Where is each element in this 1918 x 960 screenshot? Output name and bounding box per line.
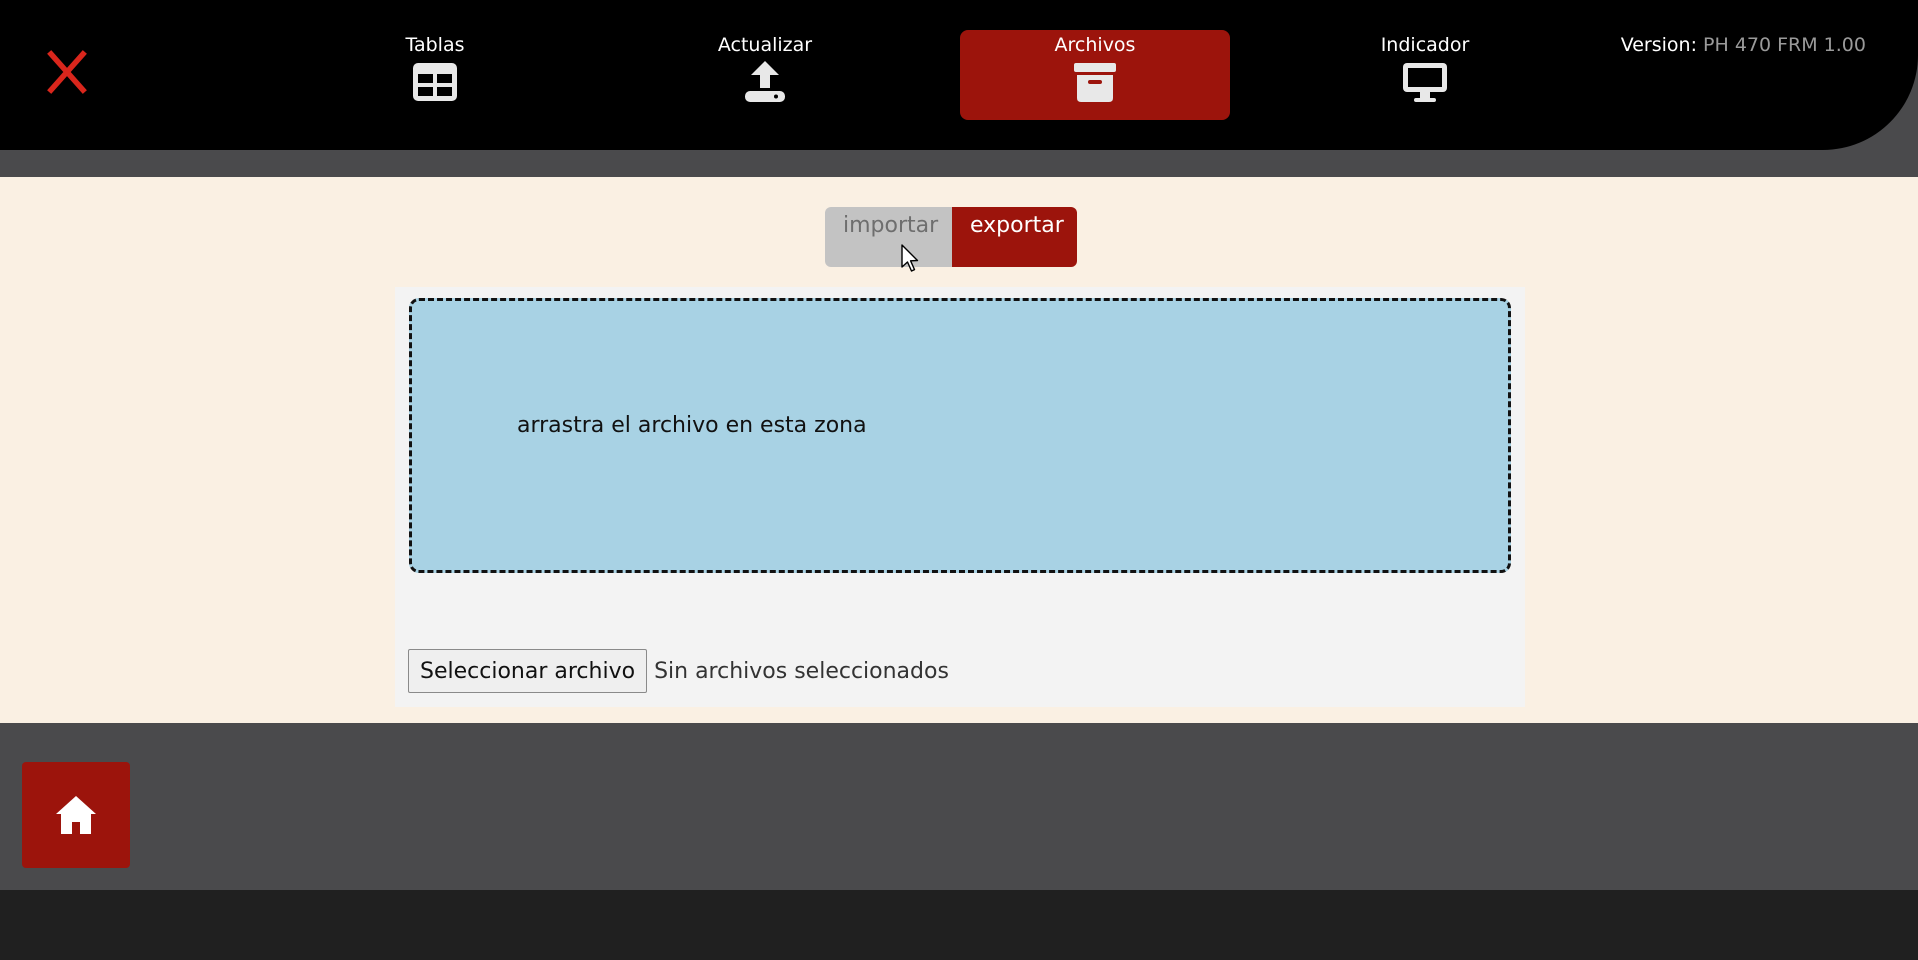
upload-panel: arrastra el archivo en esta zona Selecci… [395, 287, 1525, 707]
nav-tab-indicador[interactable]: Indicador [1290, 30, 1560, 120]
nav-tab-label: Archivos [1054, 34, 1136, 56]
top-nav-bar: Tablas Actualizar Archivos Indicador Ver… [0, 0, 1918, 150]
import-export-toggle: importar exportar [825, 207, 1077, 267]
monitor-icon [1403, 63, 1447, 102]
main-content: importar exportar arrastra el archivo en… [0, 177, 1918, 723]
version-info: Version: PH 470 FRM 1.00 [1621, 34, 1866, 56]
home-icon [56, 796, 96, 834]
version-value: PH 470 FRM 1.00 [1703, 34, 1866, 56]
nav-tab-label: Indicador [1380, 34, 1470, 56]
nav-tab-label: Actualizar [717, 34, 813, 56]
file-status-text: Sin archivos seleccionados [654, 658, 949, 684]
file-dropzone[interactable]: arrastra el archivo en esta zona [409, 298, 1511, 573]
file-input-row: Seleccionar archivo Sin archivos selecci… [408, 649, 949, 693]
upload-tray-icon [745, 61, 785, 102]
nav-tab-archivos[interactable]: Archivos [960, 30, 1230, 120]
exportar-button[interactable]: exportar [952, 207, 1077, 267]
close-button[interactable] [47, 50, 87, 94]
close-x-icon [47, 50, 87, 94]
table-grid-icon [413, 63, 457, 101]
archive-box-icon [1074, 63, 1116, 102]
version-label: Version: [1620, 34, 1697, 56]
home-button[interactable] [22, 762, 130, 868]
nav-tab-actualizar[interactable]: Actualizar [630, 30, 900, 120]
importar-button[interactable]: importar [825, 207, 952, 267]
dropzone-text: arrastra el archivo en esta zona [517, 413, 867, 438]
select-file-button[interactable]: Seleccionar archivo [408, 649, 648, 693]
nav-tab-label: Tablas [405, 34, 465, 56]
nav-tab-tablas[interactable]: Tablas [300, 30, 570, 120]
footer-strip [0, 890, 1918, 960]
